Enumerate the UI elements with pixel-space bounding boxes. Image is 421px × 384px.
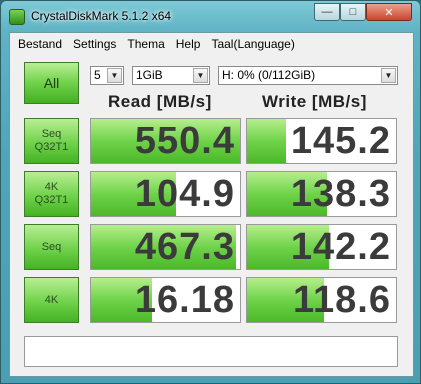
result-value: 138.3 [290,173,391,215]
drive-select[interactable]: H: 0% (0/112GiB) ▼ [218,66,398,85]
result-value: 467.3 [134,226,235,268]
window-title: CrystalDiskMark 5.1.2 x64 [31,9,172,23]
minimize-button[interactable]: — [314,3,340,21]
seq-q32t1-read-result: 550.4 [90,118,241,164]
result-value: 16.18 [134,279,235,321]
maximize-button[interactable]: □ [340,3,366,21]
row-label: 4K [44,293,59,306]
row-label: 4K [44,181,59,193]
seq-button[interactable]: Seq [24,224,79,270]
menu-bestand[interactable]: Bestand [14,37,66,51]
result-value: 118.6 [293,279,391,321]
4k-q32t1-write-result: 138.3 [246,171,397,217]
4k-button[interactable]: 4K [24,277,79,323]
seq-q32t1-write-result: 145.2 [246,118,397,164]
chevron-down-icon[interactable]: ▼ [193,68,208,83]
maximize-icon: □ [349,6,357,18]
menu-language[interactable]: Taal(Language) [207,37,298,51]
row-sublabel: Q32T1 [34,194,69,206]
chevron-down-icon[interactable]: ▼ [107,68,122,83]
main-panel: Bestand Settings Thema Help Taal(Languag… [9,32,414,377]
all-button[interactable]: All [24,62,79,104]
result-value: 550.4 [134,120,235,162]
drive-value: H: 0% (0/112GiB) [222,68,316,82]
test-count-value: 5 [94,68,101,82]
4k-write-result: 118.6 [246,277,397,323]
4k-q32t1-read-result: 104.9 [90,171,241,217]
seq-write-result: 142.2 [246,224,397,270]
4k-q32t1-button[interactable]: 4K Q32T1 [24,171,79,217]
test-count-select[interactable]: 5 ▼ [90,66,124,85]
row-sublabel: Q32T1 [34,141,69,153]
menu-thema[interactable]: Thema [123,37,168,51]
result-value: 145.2 [290,120,391,162]
result-bar [247,119,286,163]
result-value: 142.2 [290,226,391,268]
menu-bar: Bestand Settings Thema Help Taal(Languag… [10,33,413,54]
menu-help[interactable]: Help [172,37,205,51]
title-bar[interactable]: CrystalDiskMark 5.1.2 x64 — □ ✕ [1,1,421,31]
read-header: Read [MB/s] [108,92,212,111]
app-icon [9,9,25,25]
close-button[interactable]: ✕ [366,3,412,21]
write-header: Write [MB/s] [262,92,367,111]
row-label: Seq [41,240,62,253]
minimize-icon: — [321,6,333,18]
comment-field[interactable] [24,336,398,367]
app-window: CrystalDiskMark 5.1.2 x64 — □ ✕ Bestand … [0,0,421,384]
seq-q32t1-button[interactable]: Seq Q32T1 [24,118,79,164]
4k-read-result: 16.18 [90,277,241,323]
test-size-value: 1GiB [136,68,163,82]
close-icon: ✕ [384,6,394,19]
menu-settings[interactable]: Settings [69,37,120,51]
chevron-down-icon[interactable]: ▼ [381,68,396,83]
test-size-select[interactable]: 1GiB ▼ [132,66,210,85]
result-value: 104.9 [134,173,235,215]
row-label: Seq [41,128,62,140]
seq-read-result: 467.3 [90,224,241,270]
